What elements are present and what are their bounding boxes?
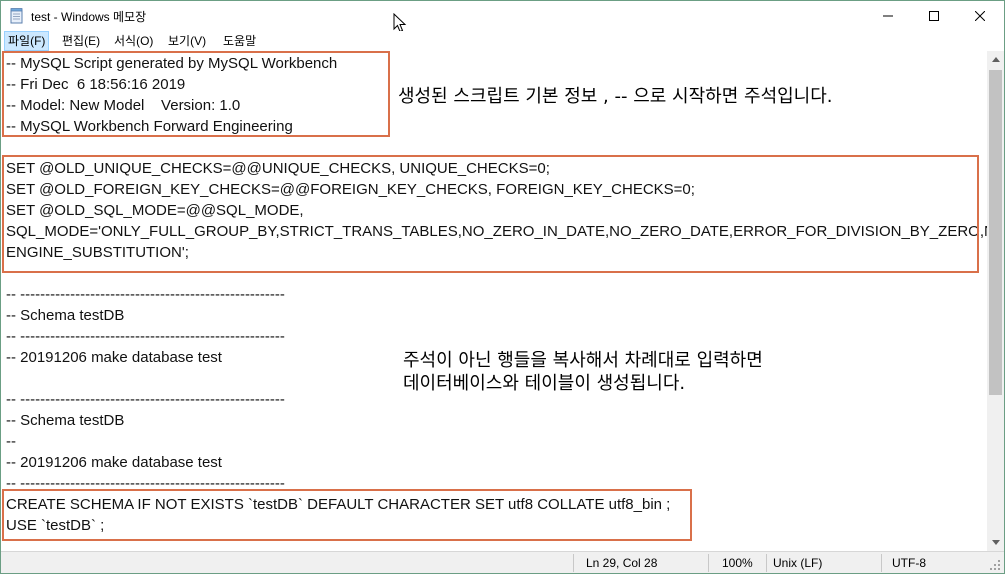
notepad-window: test - Windows 메모장 파일(F) 편집(E) 서식(O) 보기(… [0,0,1005,574]
annotation-note-comment: 생성된 스크립트 기본 정보 , -- 으로 시작하면 주석입니다. [398,86,833,107]
annotation-box-set-statements [2,155,979,273]
editor-line: -- Schema testDB [6,307,125,324]
editor-line: -- -------------------------------------… [6,391,285,408]
vertical-scrollbar[interactable] [987,51,1004,551]
status-encoding: UTF-8 [892,556,926,570]
menu-bar: 파일(F) 편집(E) 서식(O) 보기(V) 도움말 [1,31,1004,51]
maximize-icon [929,11,939,21]
menu-view[interactable]: 보기(V) [165,32,209,50]
scroll-down-button[interactable] [987,534,1004,551]
chevron-up-icon [991,57,1000,62]
scroll-up-button[interactable] [987,51,1004,68]
window-title: test - Windows 메모장 [31,10,147,24]
editor-line: -- [6,433,16,450]
title-bar[interactable]: test - Windows 메모장 [1,1,1004,31]
text-editor[interactable]: -- MySQL Script generated by MySQL Workb… [1,51,987,551]
status-bar: Ln 29, Col 28 100% Unix (LF) UTF-8 [1,551,1004,573]
minimize-button[interactable] [865,1,911,31]
annotation-box-header [2,51,390,137]
editor-line: -- -------------------------------------… [6,328,285,345]
status-cursor-position: Ln 29, Col 28 [586,556,658,570]
status-line-ending: Unix (LF) [773,556,823,570]
close-button[interactable] [957,1,1003,31]
status-divider [766,554,767,572]
menu-help[interactable]: 도움말 [220,32,259,50]
chevron-down-icon [991,540,1000,545]
minimize-icon [883,15,893,17]
editor-line: -- 20191206 make database test [6,349,222,366]
status-zoom: 100% [722,556,753,570]
editor-line: -- 20191206 make database test [6,454,222,471]
annotation-box-create-schema [2,489,692,541]
scroll-thumb[interactable] [989,70,1002,395]
annotation-note-instruction-2: 데이터베이스와 테이블이 생성됩니다. [403,373,686,394]
editor-line: -- Schema testDB [6,412,125,429]
maximize-button[interactable] [911,1,957,31]
status-divider [573,554,574,572]
close-icon [975,11,985,21]
menu-edit[interactable]: 편집(E) [59,32,103,50]
menu-format[interactable]: 서식(O) [111,32,156,50]
resize-grip-icon[interactable] [989,559,1001,571]
annotation-note-instruction-1: 주석이 아닌 행들을 복사해서 차례대로 입력하면 [403,350,763,371]
editor-line: -- -------------------------------------… [6,286,285,303]
status-divider [708,554,709,572]
menu-file[interactable]: 파일(F) [4,31,50,51]
status-divider [881,554,882,572]
notepad-app-icon [10,8,23,24]
